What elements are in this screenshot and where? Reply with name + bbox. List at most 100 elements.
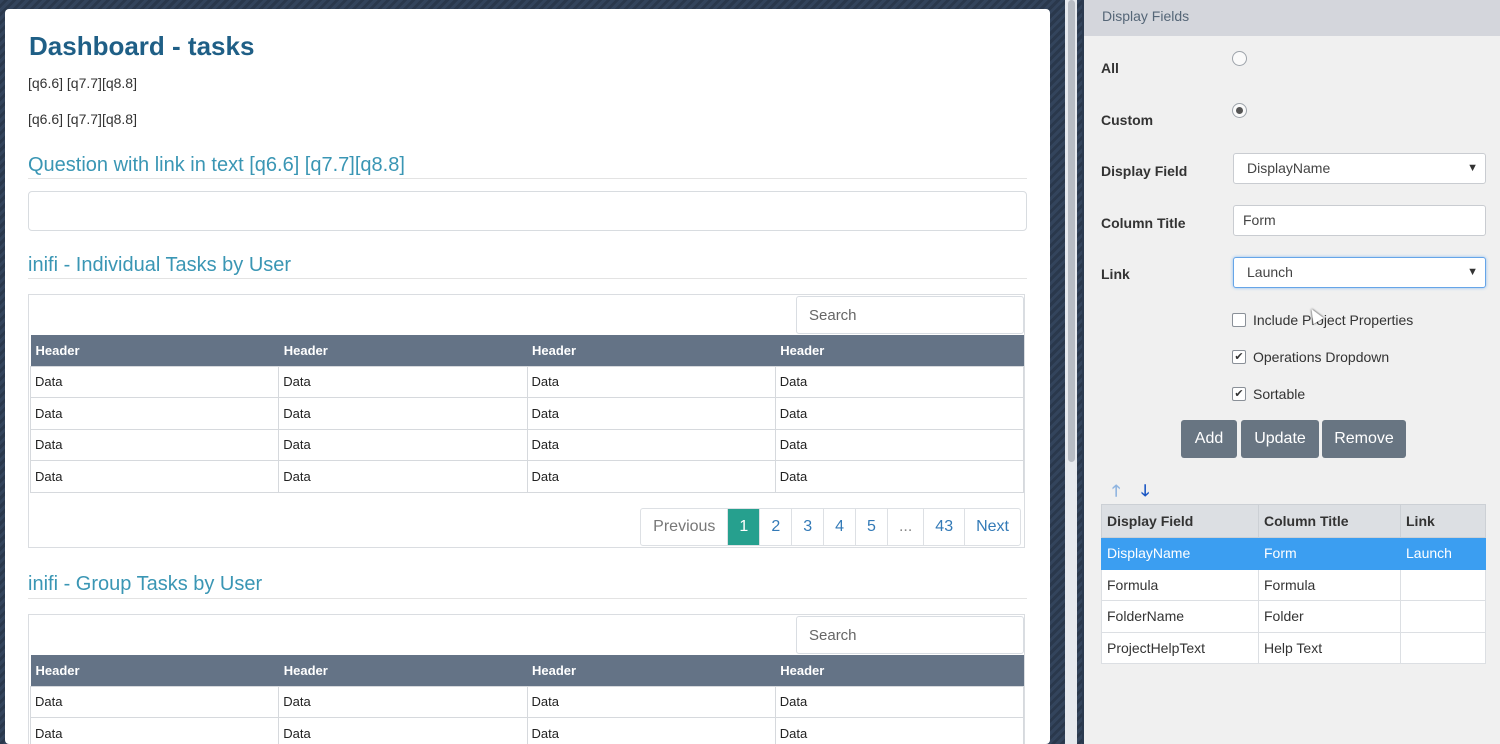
section-title-group: inifi - Group Tasks by User (28, 573, 263, 595)
table-cell: Data (29, 365, 280, 398)
page-button[interactable]: 43 (923, 509, 964, 545)
table-cell: Data (29, 428, 280, 461)
column-header[interactable]: Header (527, 335, 776, 366)
operations-dropdown-checkbox[interactable]: ✔ Operations Dropdown (1232, 349, 1389, 365)
column-header[interactable]: Link (1400, 504, 1486, 538)
table-cell: Data (29, 460, 280, 493)
arrow-down-icon[interactable]: 🡓 (1141, 480, 1149, 507)
add-button[interactable]: Add (1181, 420, 1237, 458)
table-row[interactable]: Data Data Data Data (29, 685, 1025, 718)
pager-ellipsis: ... (886, 509, 923, 545)
divider (28, 278, 1027, 279)
table-cell: Data (278, 365, 528, 398)
page-button[interactable]: 4 (823, 509, 855, 545)
custom-label: Custom (1101, 112, 1154, 128)
update-button[interactable]: Update (1241, 420, 1319, 458)
table-row[interactable]: Data Data Data Data (29, 460, 1025, 493)
table-cell: Data (774, 685, 1025, 718)
page-button[interactable]: 1 (727, 509, 760, 545)
table-cell: Data (526, 717, 776, 744)
individual-tasks-panel: Search Header Header Header Header Data Data… (28, 294, 1025, 548)
table-cell: Data (29, 717, 280, 744)
checkbox-label: Sortable (1253, 386, 1306, 402)
column-title-label: Column Title (1101, 215, 1186, 231)
column-header[interactable]: Header (775, 335, 1024, 366)
checkbox-icon[interactable]: ✔ (1232, 387, 1246, 401)
individual-tasks-table: Header Header Header Header Data Data Data Dat… (29, 335, 1025, 493)
previous-button[interactable]: Previous (641, 509, 727, 545)
next-button[interactable]: Next (964, 509, 1020, 545)
table-row[interactable]: ProjectHelpText Help Text (1101, 631, 1486, 664)
column-header[interactable]: Header (30, 655, 279, 686)
column-header[interactable]: Column Title (1258, 504, 1401, 538)
arrow-up-icon[interactable]: 🡑 (1112, 480, 1120, 507)
table-cell: Data (526, 365, 776, 398)
table-cell: Data (29, 685, 280, 718)
table-cell: Data (526, 685, 776, 718)
group-tasks-panel: Search Header Header Header Header Data Data… (28, 614, 1025, 744)
table-cell (1400, 568, 1486, 601)
table-row[interactable]: Data Data Data Data (29, 428, 1025, 461)
checkbox-label: Operations Dropdown (1253, 349, 1390, 365)
display-field-select[interactable]: DisplayName ▼ (1233, 153, 1486, 184)
table-cell: Data (278, 397, 528, 430)
page-button[interactable]: 2 (759, 509, 791, 545)
table-cell: FolderName (1101, 600, 1259, 633)
remove-button[interactable]: Remove (1322, 420, 1406, 458)
dropdown-caret-icon: ▼ (1467, 162, 1478, 174)
table-cell: Data (774, 397, 1025, 430)
table-row[interactable]: DisplayName Form Launch (1101, 537, 1486, 570)
panel-header: Display Fields (1084, 0, 1500, 36)
question-answer-box[interactable] (28, 191, 1027, 231)
table-cell: Data (526, 428, 776, 461)
table-cell: Launch (1400, 537, 1486, 570)
table-cell (1400, 600, 1486, 633)
group-tasks-table: Header Header Header Header Data Data Data Dat… (29, 655, 1025, 744)
checkbox-icon[interactable] (1232, 313, 1246, 327)
page-button[interactable]: 3 (791, 509, 823, 545)
pagination: Previous 1 2 3 4 5... 43 Next (640, 508, 1021, 546)
dashboard-card: Dashboard - tasks [q6.6] [q7.7][q8.8] [q… (5, 9, 1050, 744)
codes-line-1: [q6.6] [q7.7][q8.8] (28, 75, 137, 91)
checkbox-label: Include Project Properties (1253, 312, 1414, 328)
display-fields-table: Display Field Column Title Link DisplayNam… (1101, 504, 1486, 664)
search-input[interactable]: Search (796, 616, 1024, 654)
display-fields-panel: Display Fields All Custom Display Field … (1084, 0, 1500, 744)
table-row[interactable]: Data Data Data Data (29, 717, 1025, 744)
table-cell: DisplayName (1101, 537, 1259, 570)
page-button[interactable]: 5 (855, 509, 887, 545)
column-header[interactable]: Header (278, 335, 527, 366)
column-header[interactable]: Header (775, 655, 1024, 686)
scrollbar-thumb[interactable] (1068, 0, 1075, 462)
include-project-properties-checkbox[interactable]: Include Project Properties (1232, 312, 1413, 328)
section-title-individual: inifi - Individual Tasks by User (28, 254, 292, 276)
column-header[interactable]: Display Field (1101, 504, 1259, 538)
link-value: Launch (1247, 264, 1293, 280)
table-cell: Help Text (1258, 631, 1401, 664)
link-select[interactable]: Launch ▼ (1233, 257, 1486, 288)
codes-line-2: [q6.6] [q7.7][q8.8] (28, 111, 137, 127)
checkbox-icon[interactable]: ✔ (1232, 350, 1246, 364)
divider (28, 178, 1027, 179)
search-input[interactable]: Search (796, 296, 1024, 334)
display-field-value: DisplayName (1247, 160, 1331, 176)
table-cell: Formula (1258, 568, 1401, 601)
column-header[interactable]: Header (527, 655, 776, 686)
dropdown-caret-icon: ▼ (1467, 266, 1478, 278)
table-cell (1400, 631, 1486, 664)
table-row[interactable]: Data Data Data Data (29, 365, 1025, 398)
all-radio[interactable] (1232, 51, 1247, 66)
column-header[interactable]: Header (30, 335, 279, 366)
table-row[interactable]: FolderName Folder (1101, 600, 1486, 633)
table-row[interactable]: Formula Formula (1101, 568, 1486, 601)
table-cell: Data (774, 428, 1025, 461)
table-row[interactable]: Data Data Data Data (29, 397, 1025, 430)
column-title-input[interactable]: Form (1233, 205, 1486, 236)
table-cell: Data (774, 717, 1025, 744)
table-cell: Data (278, 717, 528, 744)
link-label: Link (1101, 266, 1130, 282)
custom-radio[interactable] (1232, 103, 1247, 118)
sortable-checkbox[interactable]: ✔ Sortable (1232, 386, 1305, 402)
column-header[interactable]: Header (278, 655, 527, 686)
table-cell: Folder (1258, 600, 1401, 633)
